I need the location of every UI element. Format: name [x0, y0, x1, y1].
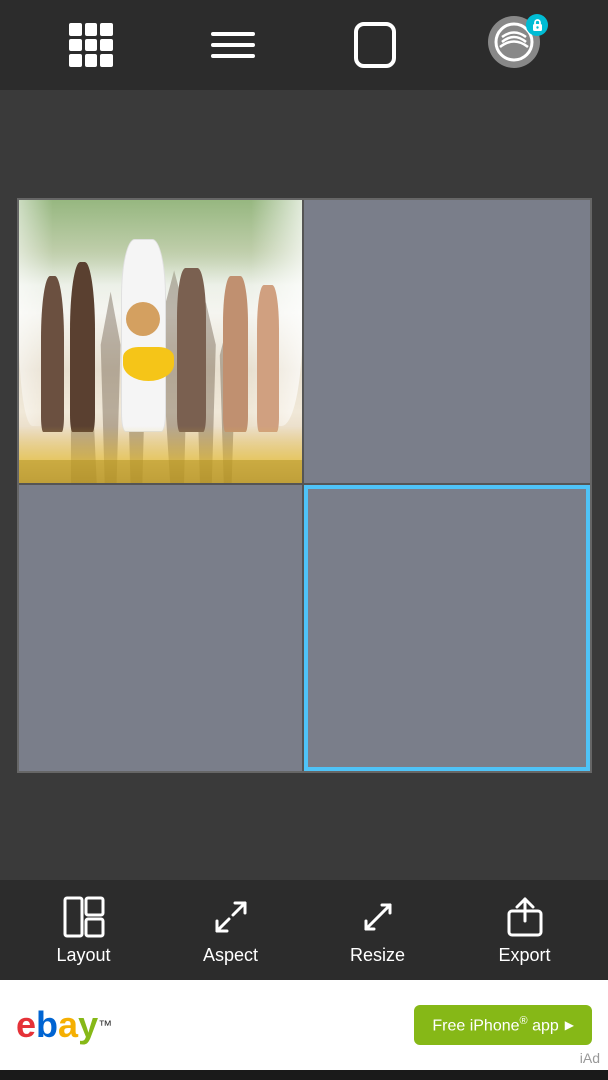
figure-6: [257, 285, 280, 432]
export-label: Export: [498, 945, 550, 966]
export-button[interactable]: Export: [460, 895, 590, 966]
empty-cell-2: [304, 200, 590, 484]
layout-label: Layout: [56, 945, 110, 966]
export-icon-svg: [503, 895, 547, 939]
free-app-label: Free iPhone® app: [432, 1015, 558, 1035]
lock-icon: [531, 18, 544, 32]
figure-2: [70, 262, 96, 432]
figure-1: [41, 276, 64, 432]
bottom-toolbar: Layout Aspect Resize: [0, 880, 608, 980]
empty-cell-3: [19, 485, 303, 771]
grid-icon: [69, 23, 113, 67]
ebay-logo-text: ebay™: [16, 1004, 112, 1046]
resize-icon: [356, 895, 400, 939]
aspect-icon: [209, 895, 253, 939]
wedding-photo: [19, 200, 303, 484]
figure-girl-dress: [121, 239, 166, 432]
canvas-area: [0, 90, 608, 880]
export-icon: [503, 895, 547, 939]
aspect-button[interactable]: Aspect: [166, 895, 296, 966]
grid-cell-3[interactable]: [19, 485, 305, 771]
grid-cell-4[interactable]: [304, 485, 590, 771]
grid-cell-1[interactable]: [19, 200, 305, 486]
ebay-letter-y: y: [78, 1004, 98, 1046]
ebay-logo: ebay™: [16, 1004, 112, 1046]
lock-badge: [526, 14, 548, 36]
ebay-letter-e: e: [16, 1004, 36, 1046]
free-app-cta[interactable]: Free iPhone® app: [414, 1005, 592, 1045]
menu-button[interactable]: [203, 15, 263, 75]
layout-icon-svg: [62, 895, 106, 939]
figure-4: [177, 268, 205, 432]
resize-button[interactable]: Resize: [313, 895, 443, 966]
empty-cell-4: [308, 489, 586, 767]
ebay-letter-b: b: [36, 1004, 58, 1046]
grid-cell-2[interactable]: [304, 200, 590, 486]
figure-5: [223, 276, 249, 432]
rounded-rect-icon: [354, 22, 396, 68]
yellow-bow: [123, 347, 174, 381]
ad-banner[interactable]: ebay™ Free iPhone® app iAd: [0, 980, 608, 1070]
aspect-icon-svg: [209, 895, 253, 939]
resize-icon-svg: [356, 895, 400, 939]
registered-mark: ®: [520, 1015, 528, 1027]
aspect-label: Aspect: [203, 945, 258, 966]
frame-button[interactable]: [345, 15, 405, 75]
hamburger-icon: [211, 32, 255, 58]
ebay-tm: ™: [98, 1017, 112, 1033]
layout-button[interactable]: Layout: [19, 895, 149, 966]
photo-grid: [17, 198, 592, 773]
figure-girl-head: [126, 302, 160, 336]
resize-label: Resize: [350, 945, 405, 966]
grid-view-button[interactable]: [61, 15, 121, 75]
ebay-letter-a: a: [58, 1004, 78, 1046]
top-navigation-bar: [0, 0, 608, 90]
floor-base: [19, 460, 303, 483]
profile-button[interactable]: [487, 15, 547, 75]
layout-icon: [62, 895, 106, 939]
profile-icon-wrap: [488, 16, 546, 74]
iad-label: iAd: [580, 1050, 600, 1066]
